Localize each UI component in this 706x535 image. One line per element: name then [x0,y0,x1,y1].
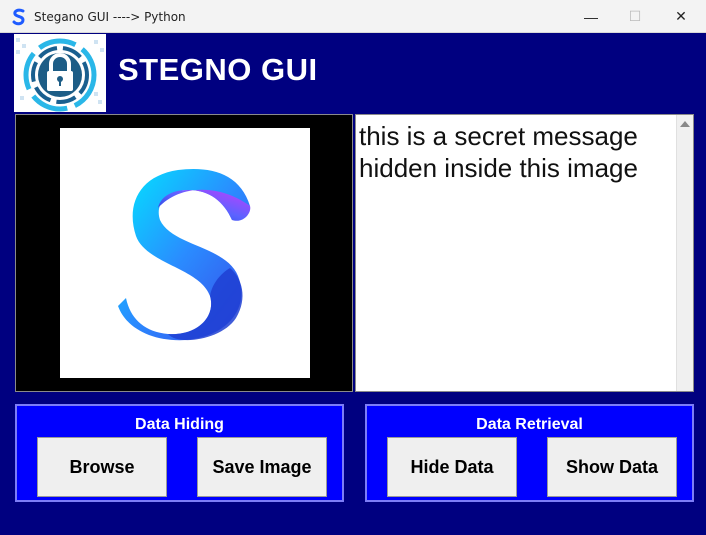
scroll-up-arrow-icon[interactable] [680,121,690,127]
app-title: STEGNO GUI [118,52,318,87]
close-button[interactable]: ✕ [658,0,704,33]
padlock-icon [14,34,106,112]
image-canvas [60,128,310,378]
message-text[interactable]: this is a secret message hidden inside t… [359,120,669,184]
app-logo [14,34,106,112]
message-textarea[interactable]: this is a secret message hidden inside t… [355,114,694,392]
data-retrieval-title: Data Retrieval [476,416,583,433]
maximize-icon: ☐ [628,8,642,24]
title-bar: Stegano GUI ----> Python — ☐ ✕ [0,0,706,33]
data-hiding-title: Data Hiding [135,416,224,433]
browse-button[interactable]: Browse [37,437,167,497]
app-s-icon [12,8,25,26]
window-title: Stegano GUI ----> Python [34,10,186,24]
minimize-icon: — [584,8,598,25]
hide-data-button[interactable]: Hide Data [387,437,517,497]
data-hiding-panel: Data Hiding Browse Save Image [15,404,344,502]
s-logo-image [118,168,251,341]
image-preview [15,114,353,392]
message-scrollbar[interactable] [676,115,693,391]
show-data-button[interactable]: Show Data [547,437,677,497]
save-image-button[interactable]: Save Image [197,437,327,497]
close-icon: ✕ [675,8,687,24]
data-retrieval-panel: Data Retrieval Hide Data Show Data [365,404,694,502]
minimize-button[interactable]: — [568,0,614,33]
maximize-button[interactable]: ☐ [612,0,658,33]
